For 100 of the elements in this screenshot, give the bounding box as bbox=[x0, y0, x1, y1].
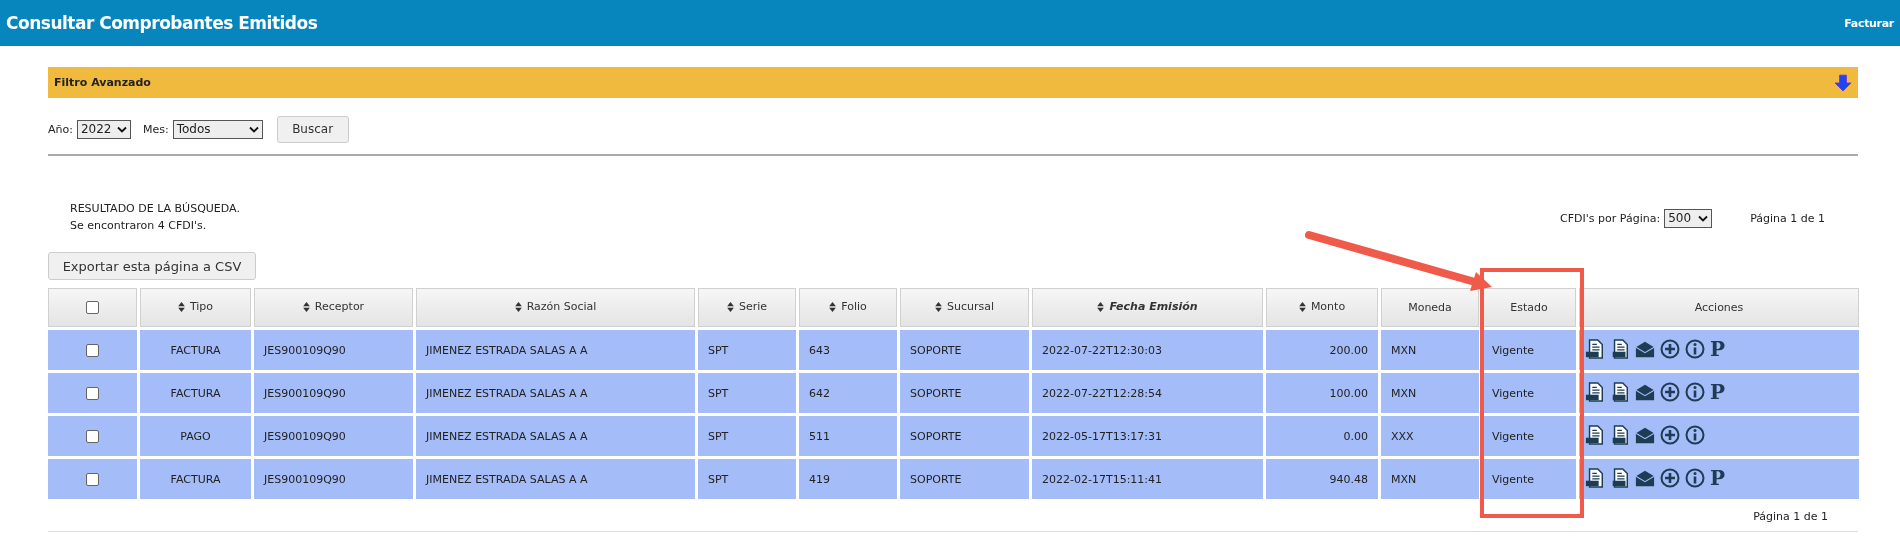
sort-icon bbox=[829, 301, 837, 312]
sort-icon bbox=[935, 301, 942, 312]
table-cell: FACTURA bbox=[140, 373, 251, 413]
sort-icon bbox=[514, 301, 522, 312]
page-title: Consultar Comprobantes Emitidos bbox=[6, 13, 318, 33]
column-header[interactable]: Acciones bbox=[1579, 288, 1859, 327]
file-icon[interactable] bbox=[1585, 467, 1605, 488]
table-cell: JES900109Q90 bbox=[254, 330, 413, 370]
table-cell: 100.00 bbox=[1266, 373, 1378, 413]
chevron-down-icon bbox=[116, 125, 127, 133]
chevron-down-icon bbox=[1698, 214, 1709, 222]
chevron-down-icon bbox=[248, 125, 259, 133]
table-cell: 200.00 bbox=[1266, 330, 1378, 370]
table-cell: MXN bbox=[1381, 459, 1479, 499]
document-icon[interactable] bbox=[1610, 424, 1630, 445]
table-cell: 642 bbox=[799, 373, 897, 413]
column-header[interactable]: Receptor bbox=[254, 288, 413, 327]
sort-icon bbox=[302, 301, 310, 312]
file-icon[interactable] bbox=[1585, 338, 1605, 359]
table-cell: SPT bbox=[698, 416, 796, 456]
table-cell: SOPORTE bbox=[900, 416, 1029, 456]
table-cell: Vigente bbox=[1482, 330, 1576, 370]
page-indicator: Página 1 de 1 bbox=[1750, 211, 1825, 225]
column-header[interactable]: Serie bbox=[698, 288, 796, 327]
table-cell: PAGO bbox=[140, 416, 251, 456]
search-button[interactable]: Buscar bbox=[276, 115, 349, 143]
column-header[interactable]: Sucursal bbox=[900, 288, 1029, 327]
table-cell: 0.00 bbox=[1266, 416, 1378, 456]
info-icon[interactable] bbox=[1685, 381, 1705, 402]
p-action[interactable]: P bbox=[1710, 467, 1726, 488]
plus-circle-icon[interactable] bbox=[1660, 338, 1680, 359]
per-page-select[interactable]: 500 bbox=[1664, 208, 1713, 228]
table-cell: SPT bbox=[698, 459, 796, 499]
plus-circle-icon[interactable] bbox=[1660, 381, 1680, 402]
table-cell: 940.48 bbox=[1266, 459, 1378, 499]
table-cell: JIMENEZ ESTRADA SALAS A A bbox=[416, 459, 695, 499]
table-cell: SPT bbox=[698, 330, 796, 370]
info-icon[interactable] bbox=[1685, 467, 1705, 488]
table-cell: SOPORTE bbox=[900, 373, 1029, 413]
filter-bar[interactable]: Filtro Avanzado bbox=[48, 67, 1858, 98]
column-header[interactable]: Monto bbox=[1266, 288, 1378, 327]
table-cell: JIMENEZ ESTRADA SALAS A A bbox=[416, 373, 695, 413]
sort-icon bbox=[1298, 301, 1306, 312]
document-icon[interactable] bbox=[1610, 381, 1630, 402]
table-cell: JIMENEZ ESTRADA SALAS A A bbox=[416, 330, 695, 370]
p-action[interactable]: P bbox=[1710, 381, 1726, 402]
table-cell: Vigente bbox=[1482, 373, 1576, 413]
table-cell: XXX bbox=[1381, 416, 1479, 456]
document-icon[interactable] bbox=[1610, 338, 1630, 359]
table-cell: JES900109Q90 bbox=[254, 373, 413, 413]
table-cell: 2022-05-17T13:17:31 bbox=[1032, 416, 1263, 456]
filter-title: Filtro Avanzado bbox=[54, 76, 151, 89]
document-icon[interactable] bbox=[1610, 467, 1630, 488]
table-cell: 511 bbox=[799, 416, 897, 456]
sort-icon bbox=[726, 301, 734, 312]
file-icon[interactable] bbox=[1585, 381, 1605, 402]
table-cell: FACTURA bbox=[140, 330, 251, 370]
year-label: Año: bbox=[48, 122, 73, 136]
row-checkbox[interactable] bbox=[86, 429, 99, 443]
page-indicator: Página 1 de 1 bbox=[1753, 510, 1828, 523]
table-cell: SOPORTE bbox=[900, 459, 1029, 499]
info-icon[interactable] bbox=[1685, 424, 1705, 445]
plus-circle-icon[interactable] bbox=[1660, 424, 1680, 445]
per-page-label: CFDI's por Página: bbox=[1560, 211, 1661, 225]
column-header[interactable]: Fecha Emisión bbox=[1032, 288, 1263, 327]
select-all-checkbox[interactable] bbox=[86, 301, 99, 315]
plus-circle-icon[interactable] bbox=[1660, 467, 1680, 488]
table-cell: JIMENEZ ESTRADA SALAS A A bbox=[416, 416, 695, 456]
arrow-down-icon[interactable] bbox=[1834, 73, 1852, 92]
column-header[interactable]: Razón Social bbox=[416, 288, 695, 327]
row-checkbox[interactable] bbox=[86, 472, 99, 486]
table-cell: Vigente bbox=[1482, 416, 1576, 456]
column-header[interactable]: Folio bbox=[799, 288, 897, 327]
info-icon[interactable] bbox=[1685, 338, 1705, 359]
table-cell: MXN bbox=[1381, 373, 1479, 413]
table-cell: 643 bbox=[799, 330, 897, 370]
column-header[interactable]: Estado bbox=[1482, 288, 1576, 327]
facturar-link[interactable]: Facturar bbox=[1844, 16, 1894, 30]
p-action[interactable]: P bbox=[1710, 338, 1726, 359]
table-cell: 2022-07-22T12:30:03 bbox=[1032, 330, 1263, 370]
sort-icon bbox=[177, 301, 185, 312]
column-header[interactable]: Tipo bbox=[140, 288, 251, 327]
column-header[interactable]: Moneda bbox=[1381, 288, 1479, 327]
table-cell: 2022-02-17T15:11:41 bbox=[1032, 459, 1263, 499]
file-icon[interactable] bbox=[1585, 424, 1605, 445]
results-heading: RESULTADO DE LA BÚSQUEDA. bbox=[70, 201, 240, 217]
sort-icon bbox=[1097, 301, 1105, 312]
table-cell: FACTURA bbox=[140, 459, 251, 499]
table-cell: MXN bbox=[1381, 330, 1479, 370]
export-csv-button[interactable]: Exportar esta página a CSV bbox=[48, 252, 256, 280]
month-label: Mes: bbox=[142, 122, 169, 136]
table-cell: SPT bbox=[698, 373, 796, 413]
table-cell: JES900109Q90 bbox=[254, 416, 413, 456]
results-count: Se encontraron 4 CFDI's. bbox=[70, 218, 208, 234]
row-checkbox[interactable] bbox=[86, 343, 99, 357]
year-select[interactable]: 2022 bbox=[76, 119, 131, 139]
table-cell: 419 bbox=[799, 459, 897, 499]
row-checkbox[interactable] bbox=[86, 386, 99, 400]
table-cell: Vigente bbox=[1482, 459, 1576, 499]
month-select[interactable]: Todos bbox=[172, 119, 263, 139]
